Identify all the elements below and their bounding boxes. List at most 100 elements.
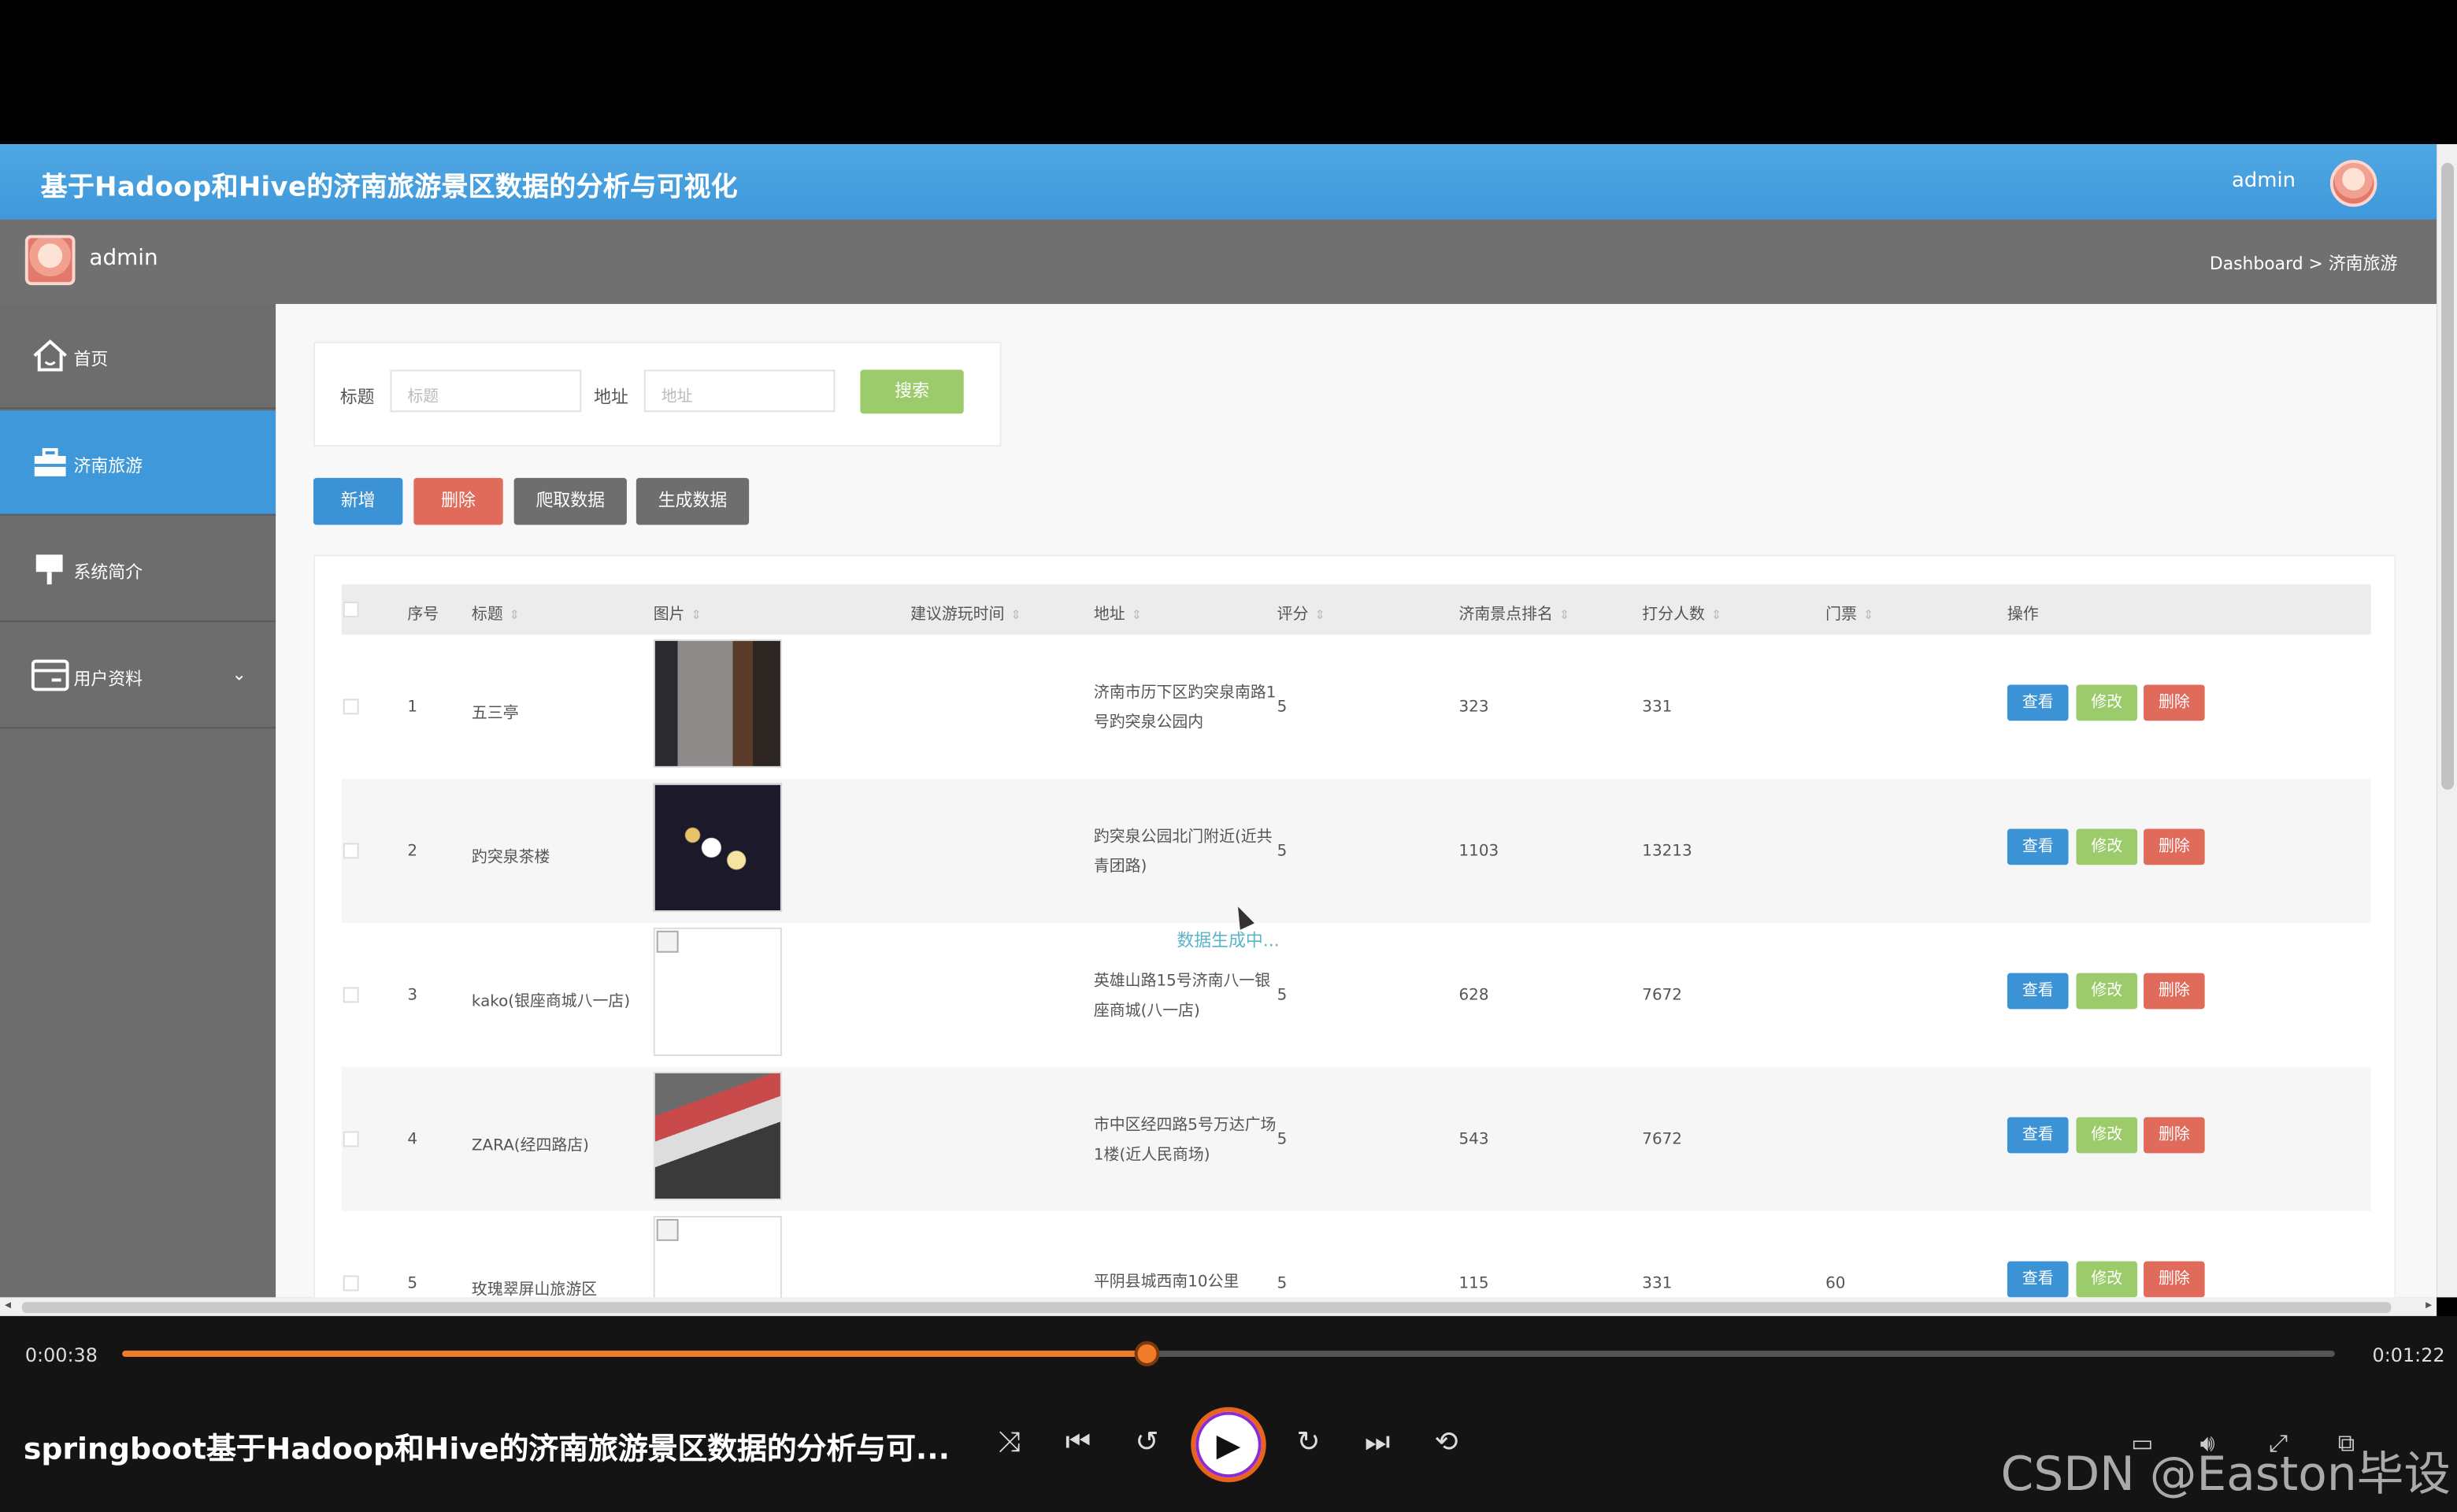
data-table: 序号 标题 ⇕ 图片 ⇕ 建议游玩时间 ⇕ 地址 ⇕ 评分 ⇕ 济南景点排名 ⇕ 打分人数 ⇕… [313, 554, 2396, 1298]
next-icon[interactable]: ⏭ [1357, 1426, 1398, 1459]
sidebar-item-label: 首页 [73, 349, 109, 370]
cell-rank: 543 [1458, 1131, 1489, 1149]
table-row: 1 五三亭 济南市历下区趵突泉南路1号趵突泉公园内 5 323 331 查看 修… [342, 635, 2371, 779]
cell-no: 3 [407, 987, 418, 1005]
view-button[interactable]: 查看 [2007, 1261, 2069, 1298]
sidebar-item-user-profile[interactable]: 用户资料 ⌄ [0, 624, 276, 729]
col-address[interactable]: 地址 ⇕ [1094, 600, 1142, 624]
row-checkbox[interactable] [343, 1131, 359, 1147]
sort-icon: ⇕ [1710, 607, 1722, 622]
delete-button[interactable]: 删除 [2144, 1117, 2205, 1154]
edit-button[interactable]: 修改 [2076, 684, 2138, 721]
scroll-left-icon[interactable]: ◂ [5, 1297, 11, 1311]
generate-data-button[interactable]: 生成数据 [636, 477, 750, 525]
scroll-thumb[interactable] [2441, 162, 2455, 790]
edit-button[interactable]: 修改 [2076, 973, 2138, 1010]
cell-image [653, 1071, 782, 1201]
progress-handle[interactable] [1135, 1341, 1161, 1366]
title-search-input[interactable]: 标题 [390, 369, 582, 413]
crawl-data-button[interactable]: 爬取数据 [513, 477, 627, 525]
view-button[interactable]: 查看 [2007, 1117, 2069, 1154]
cell-no: 2 [407, 843, 418, 861]
previous-icon[interactable]: ⏮ [1058, 1426, 1099, 1459]
address-label: 地址 [594, 387, 628, 408]
col-title[interactable]: 标题 ⇕ [472, 600, 520, 624]
col-ticket[interactable]: 门票 ⇕ [1825, 600, 1873, 624]
sidebar-item-jinan-travel[interactable]: 济南旅游 [0, 410, 276, 516]
vertical-scrollbar[interactable] [2437, 144, 2457, 1298]
shuffle-icon[interactable]: ⤨ [989, 1426, 1030, 1459]
play-button[interactable]: ▶ [1191, 1406, 1266, 1483]
cell-address: 英雄山路15号济南八一银座商城(八一店) [1093, 973, 1271, 1021]
view-button[interactable]: 查看 [2007, 684, 2069, 721]
sidebar-username: admin [89, 246, 158, 272]
cell-no: 4 [407, 1131, 418, 1149]
title-label: 标题 [339, 387, 375, 408]
header-username[interactable]: admin [2232, 169, 2296, 193]
row-checkbox[interactable] [343, 1275, 359, 1292]
edit-button[interactable]: 修改 [2076, 828, 2138, 865]
sort-icon: ⇕ [1558, 607, 1570, 622]
main-content: 标题 标题 地址 地址 搜索 新增 删除 爬取数据 生成数据 序号 标题 ⇕ 图片… [276, 303, 2437, 1298]
briefcase-icon [34, 448, 66, 476]
edit-button[interactable]: 修改 [2076, 1261, 2138, 1298]
address-search-input[interactable]: 地址 [643, 369, 836, 413]
cell-image [653, 927, 782, 1057]
row-checkbox[interactable] [343, 987, 359, 1003]
app-title: 基于Hadoop和Hive的济南旅游景区数据的分析与可视化 [40, 172, 738, 204]
search-button[interactable]: 搜索 [860, 369, 964, 414]
user-card-icon [31, 659, 69, 691]
row-checkbox[interactable] [343, 843, 359, 859]
col-rank[interactable]: 济南景点排名 ⇕ [1459, 600, 1570, 624]
cell-ticket: 60 [1825, 1275, 1846, 1293]
rewind-10-icon[interactable]: ↺ [1127, 1426, 1168, 1459]
broken-image-icon [656, 1218, 679, 1241]
progress-fill [122, 1351, 1148, 1358]
view-button[interactable]: 查看 [2007, 973, 2069, 1010]
progress-bar[interactable] [122, 1341, 2335, 1366]
cell-no: 5 [407, 1275, 418, 1293]
edit-button[interactable]: 修改 [2076, 1117, 2138, 1154]
delete-button[interactable]: 删除 [2144, 1261, 2205, 1298]
sidebar-avatar [24, 235, 76, 286]
table-row: 4 ZARA(经四路店) 市中区经四路5号万达广场1楼(近人民商场) 5 543… [341, 1066, 2371, 1211]
cell-title: ZARA(经四路店) [471, 1137, 589, 1155]
table-row: 2 趵突泉茶楼 趵突泉公园北门附近(近共青团路) 5 1103 13213 查看… [341, 778, 2371, 923]
scroll-right-icon[interactable]: ▸ [2426, 1297, 2432, 1311]
delete-button[interactable]: 删除 [2144, 828, 2205, 865]
delete-selected-button[interactable]: 删除 [413, 477, 503, 525]
col-no: 序号 [407, 606, 439, 624]
col-image[interactable]: 图片 ⇕ [654, 600, 702, 624]
loop-icon[interactable]: ⟲ [1426, 1426, 1467, 1459]
web-page: 基于Hadoop和Hive的济南旅游景区数据的分析与可视化 admin admi… [0, 144, 2437, 1298]
delete-button[interactable]: 删除 [2144, 684, 2205, 721]
add-button[interactable]: 新增 [313, 477, 403, 525]
row-checkbox[interactable] [343, 699, 359, 715]
cell-title: 五三亭 [471, 705, 519, 723]
forward-30-icon[interactable]: ↻ [1288, 1426, 1329, 1459]
horizontal-scrollbar[interactable]: ◂ ▸ [0, 1297, 2437, 1317]
cell-title: 玫瑰翠屏山旅游区 [471, 1281, 598, 1298]
col-actions: 操作 [2007, 606, 2039, 624]
chevron-down-icon: ⌄ [232, 664, 246, 685]
select-all-checkbox[interactable] [343, 602, 359, 617]
scroll-thumb[interactable] [21, 1302, 2392, 1314]
col-suggested-time[interactable]: 建议游玩时间 ⇕ [910, 600, 1021, 624]
sidebar-item-label: 济南旅游 [73, 455, 143, 476]
sidebar-item-home[interactable]: 首页 [0, 304, 276, 410]
cell-no: 1 [407, 699, 418, 717]
broken-image-icon [656, 930, 679, 953]
delete-button[interactable]: 删除 [2144, 973, 2205, 1010]
sidebar-item-system-intro[interactable]: 系统简介 [0, 517, 276, 622]
cell-score: 5 [1277, 987, 1288, 1005]
sort-icon: ⇕ [1131, 607, 1142, 622]
col-rating-count[interactable]: 打分人数 ⇕ [1642, 600, 1721, 624]
top-header: 基于Hadoop和Hive的济南旅游景区数据的分析与可视化 admin [0, 144, 2437, 220]
view-button[interactable]: 查看 [2007, 828, 2069, 865]
search-form: 标题 标题 地址 地址 搜索 [313, 341, 1002, 447]
sort-icon: ⇕ [509, 607, 521, 622]
header-avatar[interactable] [2329, 159, 2377, 207]
cell-score: 5 [1277, 843, 1288, 861]
col-score[interactable]: 评分 ⇕ [1277, 600, 1325, 624]
table-row: 5 玫瑰翠屏山旅游区 平阴县城西南10公里 5 115 331 60 查看 修改… [342, 1211, 2371, 1298]
